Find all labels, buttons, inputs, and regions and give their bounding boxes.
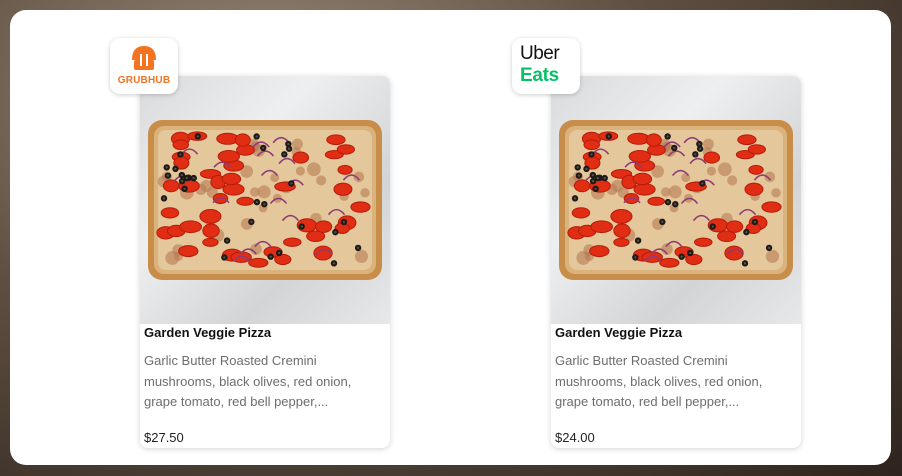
pizza-image	[140, 76, 390, 324]
pizza-image	[551, 76, 801, 324]
product-title: Garden Veggie Pizza	[144, 325, 272, 340]
product-title: Garden Veggie Pizza	[555, 325, 683, 340]
grubhub-logo-text: GRUBHUB	[117, 75, 171, 86]
ubereats-logo-badge: Uber Eats	[512, 38, 580, 94]
grubhub-logo-icon	[132, 46, 156, 70]
ubereats-logo-uber: Uber	[520, 43, 560, 64]
ubereats-logo-eats: Eats	[520, 65, 559, 86]
product-price: $24.00	[555, 430, 595, 445]
product-description: Garlic Butter Roasted Cremini mushrooms,…	[555, 353, 763, 409]
ubereats-product-card[interactable]: Garden Veggie Pizza Garlic Butter Roaste…	[551, 76, 801, 448]
grubhub-product-card[interactable]: Garden Veggie Pizza Garlic Butter Roaste…	[140, 76, 390, 448]
product-price: $27.50	[144, 430, 184, 445]
grubhub-logo-badge: GRUBHUB	[110, 38, 178, 94]
product-description: Garlic Butter Roasted Cremini mushrooms,…	[144, 353, 352, 409]
